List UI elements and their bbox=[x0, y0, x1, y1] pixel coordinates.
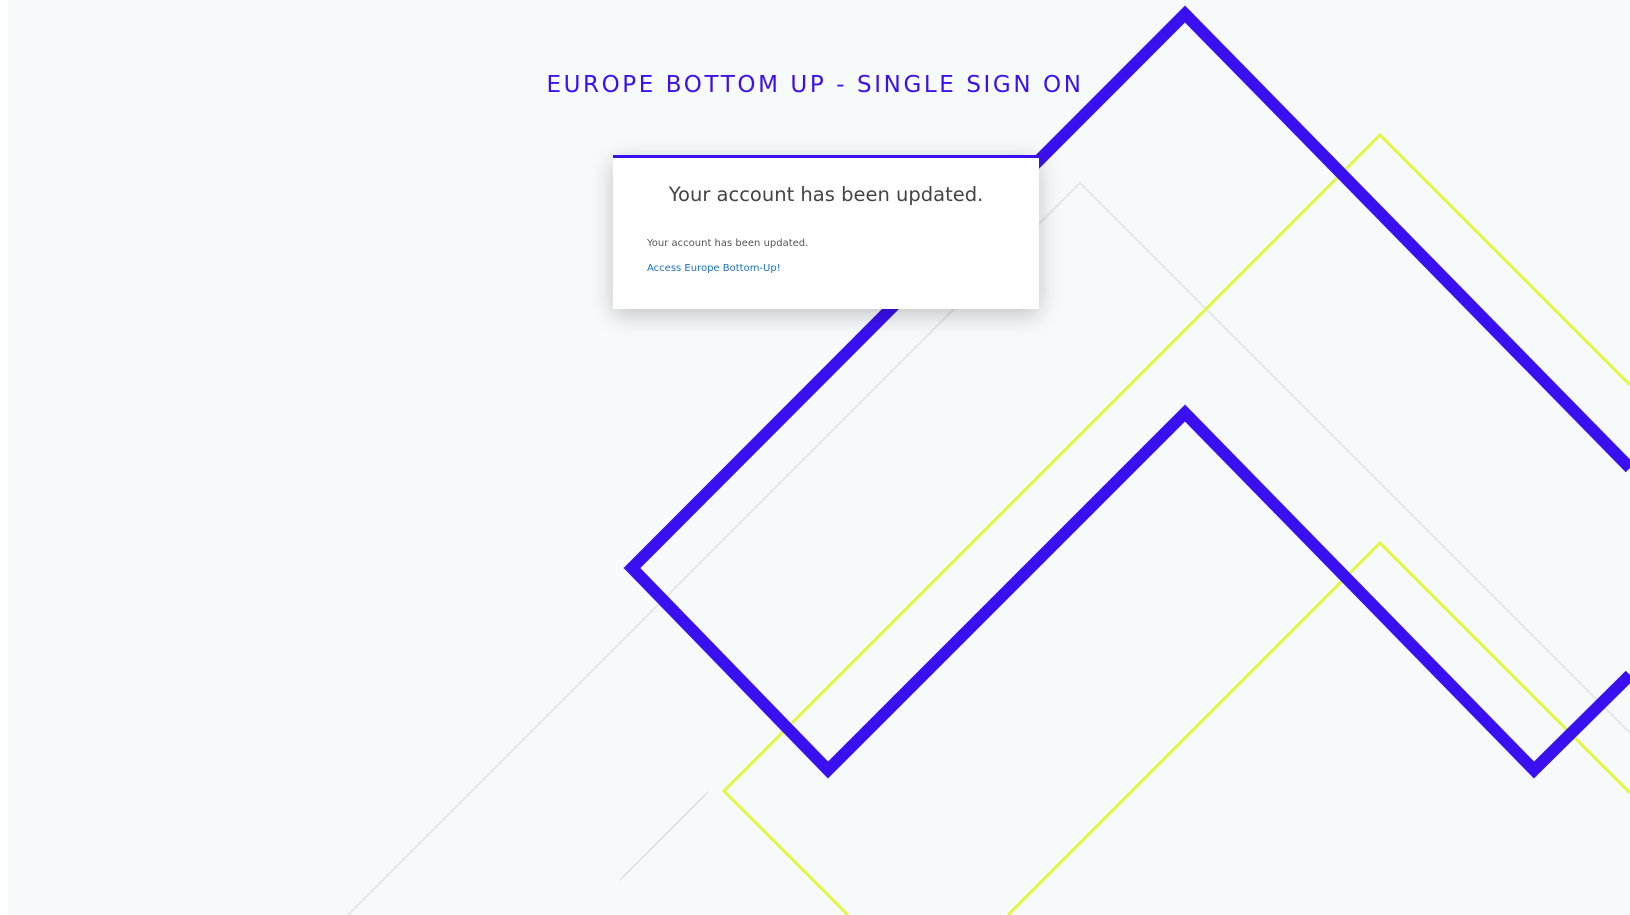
background-geometric-pattern bbox=[347, 5, 1630, 915]
bg-line-gray-2 bbox=[619, 791, 709, 881]
card-message: Your account has been updated. bbox=[647, 238, 809, 249]
page-title: EUROPE BOTTOM UP - SINGLE SIGN ON bbox=[546, 72, 1084, 98]
account-updated-card: Your account has been updated. Your acco… bbox=[613, 155, 1039, 309]
card-heading: Your account has been updated. bbox=[668, 183, 984, 206]
access-europe-bottom-up-link[interactable]: Access Europe Bottom-Up! bbox=[647, 263, 781, 274]
bg-line-lime-2 bbox=[1006, 540, 1630, 915]
bg-line-purple bbox=[623, 5, 1630, 779]
page-background bbox=[8, 0, 1630, 915]
